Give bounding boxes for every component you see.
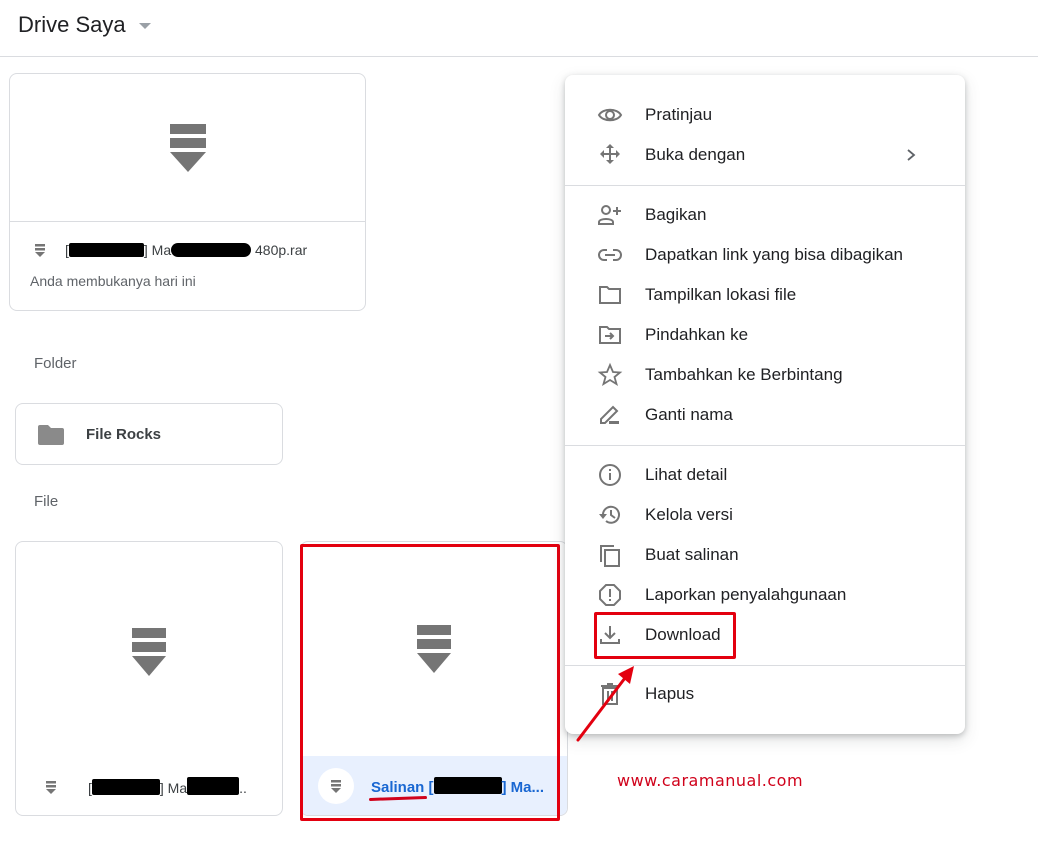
menu-item-lihat-detail[interactable]: Lihat detail bbox=[565, 455, 965, 495]
move-to-folder-icon bbox=[596, 321, 624, 349]
menu-item-label: Hapus bbox=[645, 684, 695, 703]
menu-item-label: Bagikan bbox=[645, 205, 707, 224]
archive-icon bbox=[46, 780, 56, 794]
link-icon bbox=[596, 241, 624, 269]
copy-icon bbox=[596, 541, 624, 569]
eye-icon bbox=[596, 101, 624, 129]
archive-icon bbox=[331, 780, 341, 793]
redaction bbox=[91, 779, 160, 795]
menu-item-label: Pindahkan ke bbox=[645, 325, 749, 344]
menu-item-download[interactable]: Download bbox=[565, 615, 965, 655]
file-thumbnail bbox=[301, 542, 567, 756]
menu-item-label: Download bbox=[645, 625, 721, 644]
open-with-icon bbox=[596, 141, 624, 169]
menu-item-kelola-versi[interactable]: Kelola versi bbox=[565, 495, 965, 535]
file-thumbnail bbox=[16, 542, 282, 762]
menu-item-label: Tampilkan lokasi file bbox=[645, 285, 797, 304]
menu-item-tambahkan-ke-berbintang[interactable]: Tambahkan ke Berbintang bbox=[565, 355, 965, 395]
selected-footer: Salinan [ ] Ma... bbox=[301, 756, 567, 815]
archive-icon bbox=[35, 244, 45, 257]
archive-icon bbox=[132, 628, 166, 676]
file-card[interactable]: [] Ma.. bbox=[15, 541, 283, 816]
drive-title-dropdown[interactable]: Drive Saya bbox=[18, 12, 151, 38]
menu-item-label: Ganti nama bbox=[645, 405, 733, 424]
menu-item-ganti-nama[interactable]: Ganti nama bbox=[565, 395, 965, 435]
star-icon bbox=[596, 361, 624, 389]
watermark: www.caramanual.com bbox=[617, 771, 804, 790]
download-icon bbox=[596, 621, 624, 649]
menu-item-label: Dapatkan link yang bisa dibagikan bbox=[645, 245, 904, 264]
file-type-badge bbox=[318, 768, 354, 804]
menu-separator bbox=[565, 185, 965, 186]
page-title: Drive Saya bbox=[18, 12, 126, 37]
menu-item-pindahkan-ke[interactable]: Pindahkan ke bbox=[565, 315, 965, 355]
file-name-part: 480p.rar bbox=[251, 242, 308, 258]
menu-item-label: Laporkan penyalahgunaan bbox=[645, 585, 847, 604]
menu-item-label: Buat salinan bbox=[645, 545, 739, 564]
menu-item-buat-salinan[interactable]: Buat salinan bbox=[565, 535, 965, 575]
header: Drive Saya bbox=[0, 0, 1038, 57]
menu-item-buka-dengan[interactable]: Buka dengan bbox=[565, 135, 965, 175]
redaction bbox=[433, 777, 502, 794]
menu-item-label: Lihat detail bbox=[645, 465, 728, 484]
redaction bbox=[68, 243, 144, 257]
menu-item-label: Buka dengan bbox=[645, 145, 746, 164]
archive-icon bbox=[417, 625, 451, 673]
file-name: [] Ma.. bbox=[88, 777, 247, 796]
menu-item-pratinjau[interactable]: Pratinjau bbox=[565, 95, 965, 135]
file-subtitle: Anda membukanya hari ini bbox=[30, 273, 196, 289]
annotation-arrow bbox=[576, 666, 634, 742]
history-icon bbox=[596, 501, 624, 529]
caret-down-icon bbox=[138, 23, 151, 29]
menu-item-label: Pratinjau bbox=[645, 105, 713, 124]
file-card-selected[interactable]: Salinan [ ] Ma... bbox=[300, 541, 568, 816]
redaction bbox=[171, 243, 252, 257]
context-menu: Pratinjau Buka dengan Bagikan Dapatkan link… bbox=[565, 75, 965, 734]
section-label-folder: Folder bbox=[34, 355, 77, 372]
menu-item-label: Tambahkan ke Berbintang bbox=[645, 365, 843, 384]
info-icon bbox=[596, 461, 624, 489]
section-label-file: File bbox=[34, 493, 59, 510]
file-name-part: .. bbox=[239, 780, 247, 796]
file-name: [] Ma 480p.rar bbox=[65, 242, 307, 258]
chevron-right-icon bbox=[907, 149, 916, 161]
file-name: Salinan [ ] Ma... bbox=[371, 777, 544, 796]
archive-icon bbox=[169, 123, 206, 172]
folder-item[interactable]: File Rocks bbox=[15, 403, 283, 465]
menu-item-dapatkan-link-yang-bisa-dibagikan[interactable]: Dapatkan link yang bisa dibagikan bbox=[565, 235, 965, 275]
menu-separator bbox=[565, 445, 965, 446]
file-name-part: ] Ma... bbox=[501, 779, 545, 796]
menu-item-bagikan[interactable]: Bagikan bbox=[565, 195, 965, 235]
menu-item-laporkan-penyalahgunaan[interactable]: Laporkan penyalahgunaan bbox=[565, 575, 965, 615]
file-name-part: ] Ma bbox=[143, 242, 172, 258]
folder-name: File Rocks bbox=[86, 425, 162, 443]
folder-icon bbox=[38, 425, 64, 445]
redaction bbox=[187, 777, 240, 795]
person-add-icon bbox=[596, 201, 624, 229]
quick-access-card[interactable]: [] Ma 480p.rar Anda membukanya hari ini bbox=[9, 73, 366, 311]
menu-item-label: Kelola versi bbox=[645, 505, 733, 524]
menu-item-tampilkan-lokasi-file[interactable]: Tampilkan lokasi file bbox=[565, 275, 965, 315]
file-thumbnail bbox=[10, 74, 365, 222]
folder-outline-icon bbox=[596, 281, 624, 309]
pencil-icon bbox=[596, 401, 624, 429]
report-icon bbox=[596, 581, 624, 609]
file-name-part: ] Ma bbox=[159, 780, 188, 796]
file-name-part: Salinan [ bbox=[371, 779, 434, 796]
